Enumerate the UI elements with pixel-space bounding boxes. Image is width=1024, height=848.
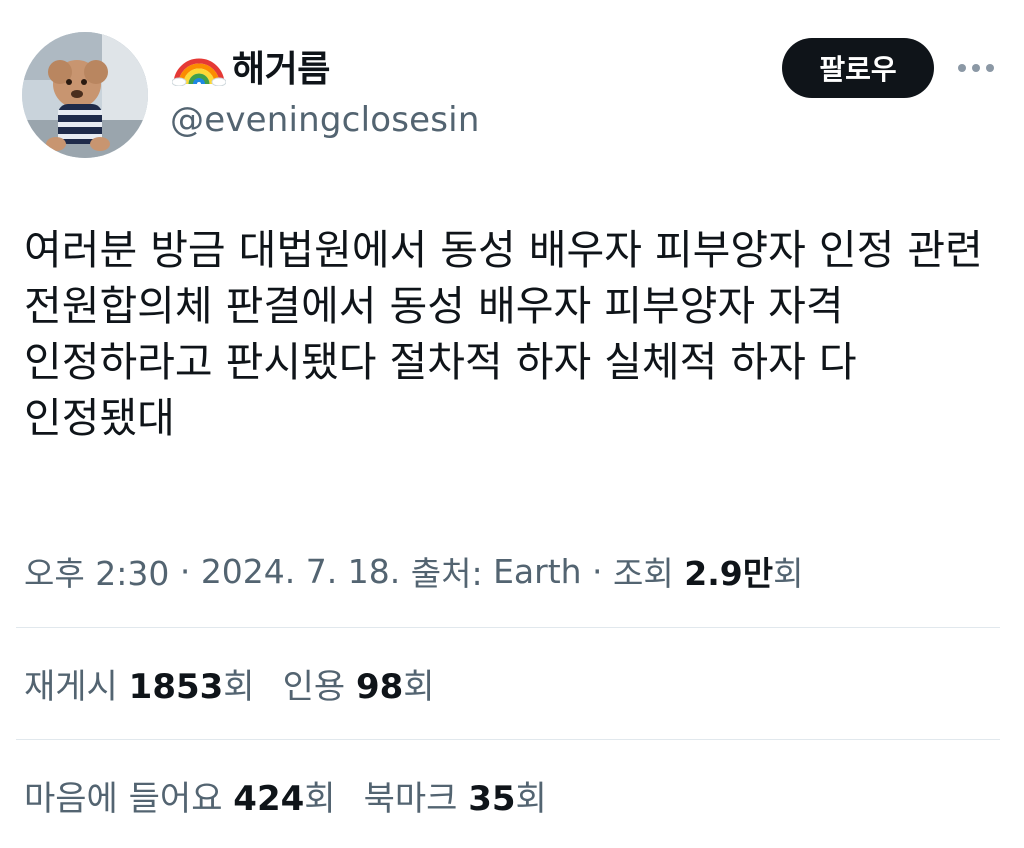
likes-label: 마음에 들어요 xyxy=(24,778,234,819)
more-horizontal-icon[interactable] xyxy=(958,56,998,80)
meta-separator: · xyxy=(169,551,201,591)
bookmarks-count: 35 xyxy=(468,778,516,819)
likes-count: 424 xyxy=(233,778,305,819)
quotes-suffix: 회 xyxy=(403,666,435,707)
bookmarks-suffix: 회 xyxy=(515,778,547,819)
follow-button[interactable]: 팔로우 xyxy=(782,38,934,98)
views-suffix: 회 xyxy=(773,554,804,593)
quotes-label: 인용 xyxy=(282,666,356,707)
avatar-dog-photo xyxy=(22,32,148,158)
source-value: Earth xyxy=(493,551,582,591)
bookmarks-label: 북마크 xyxy=(363,778,469,819)
stats-row-shares: 재게시 1853회 인용 98회 xyxy=(24,656,435,710)
retweets-stat[interactable]: 재게시 1853회 xyxy=(24,659,255,708)
quotes-stat[interactable]: 인용 98회 xyxy=(283,659,435,708)
retweets-label: 재게시 xyxy=(24,666,129,707)
user-handle[interactable]: @eveningclosesin xyxy=(170,100,480,140)
views-count[interactable]: 2.9만 xyxy=(684,547,773,595)
user-name-row[interactable]: 해거름 xyxy=(172,40,330,92)
likes-stat[interactable]: 마음에 들어요 424회 xyxy=(24,771,336,820)
avatar[interactable] xyxy=(22,32,148,158)
stats-row-likes: 마음에 들어요 424회 북마크 35회 xyxy=(24,768,547,822)
views-label: 조회 xyxy=(613,554,685,593)
display-name[interactable]: 해거름 xyxy=(232,40,330,92)
tweet-card: 해거름 @eveningclosesin 팔로우 여러분 방금 대법원에서 동성… xyxy=(0,0,1024,848)
more-dot xyxy=(986,64,994,72)
bookmarks-stat[interactable]: 북마크 35회 xyxy=(364,771,547,820)
retweets-suffix: 회 xyxy=(223,666,255,707)
likes-suffix: 회 xyxy=(304,778,336,819)
more-dot xyxy=(972,64,980,72)
retweets-count: 1853 xyxy=(128,666,224,707)
rainbow-icon xyxy=(172,46,226,86)
meta-separator: · xyxy=(581,551,614,591)
tweet-time[interactable]: 오후 2:30 xyxy=(24,547,169,595)
quotes-count: 98 xyxy=(355,666,404,707)
more-dot xyxy=(958,64,966,72)
tweet-date[interactable]: 2024. 7. 18. xyxy=(201,552,400,591)
tweet-meta: 오후 2:30 · 2024. 7. 18. 출처: Earth · 조회 2.… xyxy=(24,546,803,596)
tweet-text: 여러분 방금 대법원에서 동성 배우자 피부양자 인정 관련 전원합의체 판결에… xyxy=(24,226,983,442)
divider xyxy=(16,627,1000,628)
divider xyxy=(16,739,1000,740)
source-label: 출처: xyxy=(400,554,494,593)
